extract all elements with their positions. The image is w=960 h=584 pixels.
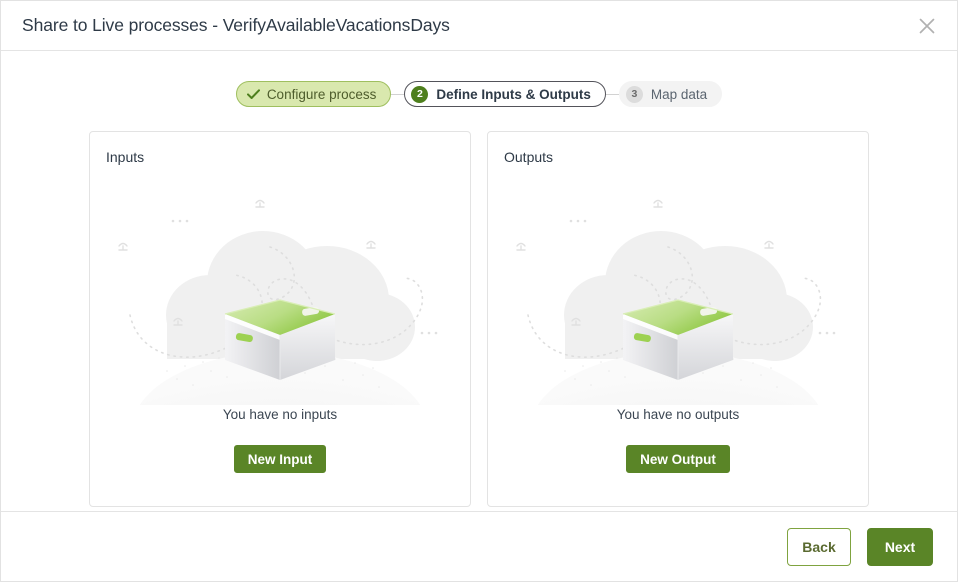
step-label: Define Inputs & Outputs [436, 86, 591, 102]
check-icon-glyph [246, 88, 260, 99]
step-connector [605, 93, 619, 95]
step-number-badge: 2 [411, 85, 429, 103]
share-to-live-processes-dialog: Share to Live processes - VerifyAvailabl… [0, 0, 958, 582]
check-icon [246, 88, 260, 100]
step-define-inputs-outputs[interactable]: 2 Define Inputs & Outputs [404, 81, 606, 107]
close-icon-glyph [919, 18, 935, 33]
empty-box-illustration [488, 174, 868, 406]
dialog-title: Share to Live processes - VerifyAvailabl… [22, 15, 450, 35]
close-icon[interactable] [911, 10, 943, 42]
back-button[interactable]: Back [787, 527, 851, 566]
new-input-button[interactable]: New Input [233, 445, 327, 473]
empty-box-illustration-graphic [516, 199, 836, 405]
new-output-button[interactable]: New Output [626, 445, 730, 473]
dialog-body: Configure process 2 Define Inputs & Outp… [1, 51, 957, 511]
outputs-action-area: New Output [488, 445, 868, 473]
next-button[interactable]: Next [867, 527, 933, 566]
inputs-empty-text: You have no inputs [222, 407, 338, 422]
empty-box-illustration [90, 174, 470, 406]
step-label: Map data [650, 86, 708, 102]
wizard-stepper: Configure process 2 Define Inputs & Outp… [1, 81, 957, 107]
inputs-panel: Inputs You have no inputs New Input [89, 131, 471, 507]
inputs-action-area: New Input [90, 445, 470, 473]
step-map-data[interactable]: 3 Map data [618, 81, 723, 107]
step-connector [391, 93, 405, 95]
dialog-header: Share to Live processes - VerifyAvailabl… [1, 1, 957, 51]
step-label: Configure process [266, 86, 377, 102]
io-panels: Inputs You have no inputs New Input Outp… [89, 131, 869, 507]
panel-title: Outputs [504, 149, 554, 165]
step-number-badge: 3 [625, 85, 643, 103]
outputs-empty-text: You have no outputs [616, 407, 740, 422]
step-configure-process[interactable]: Configure process [235, 81, 392, 107]
dialog-footer: Back Next [1, 511, 957, 581]
panel-title: Inputs [106, 149, 145, 165]
empty-box-illustration-graphic [118, 199, 438, 405]
outputs-panel: Outputs You have no outputs New Output [487, 131, 869, 507]
